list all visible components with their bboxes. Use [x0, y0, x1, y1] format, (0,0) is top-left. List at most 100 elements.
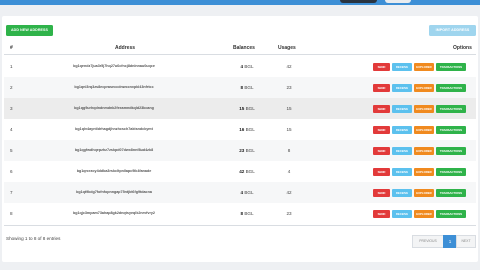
header-dark-pill[interactable] [340, 0, 377, 3]
transactions-button[interactable]: TRANSACTIONS [436, 146, 466, 155]
entries-info: Showing 1 to 8 of 8 entries [6, 236, 61, 241]
row-usages: 15 [286, 127, 292, 132]
explorer-button[interactable]: EXPLORER [414, 146, 434, 155]
explorer-button[interactable]: EXPLORER [414, 83, 434, 92]
row-index: 6 [10, 169, 13, 174]
table-row[interactable]: 8 bg1qjc3mpam73ahap8gk2dnqtsyeqlk2nrvfvr… [4, 203, 476, 224]
addresses-card: ADD NEW ADDRESS IMPORT ADDRESS # Address… [2, 16, 478, 262]
top-header-bar [0, 0, 480, 5]
transactions-button[interactable]: TRANSACTIONS [436, 104, 466, 113]
row-address: bg1qjc3mpam73ahap8gk2dnqtsyeqlk2nrvfvry2 [73, 211, 155, 215]
row-address: bg1qlv4ayntldrhagdjhnzhcsch7aktsndckymt [75, 127, 153, 131]
send-button[interactable]: SEND [373, 83, 390, 92]
row-index: 5 [10, 148, 13, 153]
row-usages: 23 [286, 211, 292, 216]
column-header-index: # [10, 45, 13, 51]
row-balance: 4 BGL [232, 182, 262, 203]
column-header-options: Options [453, 45, 472, 51]
explorer-button[interactable]: EXPLORER [414, 167, 434, 176]
row-address: bg1qg9urhqdndnmdnk2fexamndkqld23kcang [74, 106, 154, 110]
table-row[interactable]: 1 bg1qendz7jua3r5j7hq27u6cfncj8dnlnnau0u… [4, 56, 476, 77]
table-row[interactable]: 2 bg1qnl3rq3zs8ecpraseccdnwccnxpkl43nfrt… [4, 77, 476, 98]
pagination-next-button[interactable]: NEXT [456, 235, 476, 248]
row-address: bg1qt9kdg7fofnfopnngap75ntjkt6fg9tdacna [76, 190, 152, 194]
explorer-button[interactable]: EXPLORER [414, 125, 434, 134]
balance-unit: BGL [245, 106, 255, 111]
header-divider [4, 54, 476, 55]
row-balance: 16 BGL [232, 119, 262, 140]
row-index: 2 [10, 85, 13, 90]
row-balance: 4 BGL [232, 56, 262, 77]
column-header-address: Address [115, 45, 136, 51]
transactions-button[interactable]: TRANSACTIONS [436, 188, 466, 197]
explorer-button[interactable]: EXPLORER [414, 209, 434, 218]
table-row[interactable]: 4 bg1qlv4ayntldrhagdjhnzhcsch7aktsndckym… [4, 119, 476, 140]
balance-unit: BGL [244, 190, 254, 195]
receive-button[interactable]: RECEIVE [392, 146, 412, 155]
table-row[interactable]: 3 bg1qg9urhqdndnmdnk2fexamndkqld23kcang … [4, 98, 476, 119]
send-button[interactable]: SEND [373, 125, 390, 134]
receive-button[interactable]: RECEIVE [392, 209, 412, 218]
table-row[interactable]: 5 bg1qgfwdhqepzhz7zskpd07dwx8nnf8ud4zk8 … [4, 140, 476, 161]
receive-button[interactable]: RECEIVE [392, 125, 412, 134]
send-button[interactable]: SEND [373, 62, 390, 71]
row-address: bg1qnl3rq3zs8ecpraseccdnwccnxpkl43nfrtcc [74, 85, 154, 89]
row-address: bg1qendz7jua3r5j7hq27u6cfncj8dnlnnau0uqc… [73, 64, 155, 68]
explorer-button[interactable]: EXPLORER [414, 104, 434, 113]
row-index: 3 [10, 106, 13, 111]
balance-amount: 42 [239, 169, 245, 174]
balance-unit: BGL [245, 169, 255, 174]
header-light-pill[interactable] [385, 0, 411, 3]
row-address: bg1qgfwdhqepzhz7zskpd07dwx8nnf8ud4zk8 [74, 148, 154, 152]
row-index: 7 [10, 190, 13, 195]
transactions-button[interactable]: TRANSACTIONS [436, 209, 466, 218]
import-address-button[interactable]: IMPORT ADDRESS [429, 25, 476, 36]
row-usages: 4 [287, 169, 291, 174]
send-button[interactable]: SEND [373, 188, 390, 197]
balance-amount: 4 [240, 64, 244, 69]
row-index: 4 [10, 127, 13, 132]
transactions-button[interactable]: TRANSACTIONS [436, 125, 466, 134]
table-row[interactable]: 7 bg1qt9kdg7fofnfopnngap75ntjkt6fg9tdacn… [4, 182, 476, 203]
transactions-button[interactable]: TRANSACTIONS [436, 62, 466, 71]
send-button[interactable]: SEND [373, 167, 390, 176]
row-balance: 15 BGL [232, 98, 262, 119]
add-new-address-button[interactable]: ADD NEW ADDRESS [6, 25, 53, 36]
explorer-button[interactable]: EXPLORER [414, 62, 434, 71]
balance-amount: 16 [239, 127, 245, 132]
table-bottom-divider [4, 225, 476, 226]
balance-amount: 8 [240, 211, 244, 216]
row-balance: 23 BGL [232, 140, 262, 161]
receive-button[interactable]: RECEIVE [392, 62, 412, 71]
row-usages: 42 [286, 64, 292, 69]
row-balance: 8 BGL [232, 77, 262, 98]
receive-button[interactable]: RECEIVE [392, 83, 412, 92]
balance-amount: 4 [240, 190, 244, 195]
send-button[interactable]: SEND [373, 209, 390, 218]
pagination-previous-button[interactable]: PREVIOUS [412, 235, 444, 248]
receive-button[interactable]: RECEIVE [392, 167, 412, 176]
pagination-page-button[interactable]: 1 [443, 235, 457, 248]
send-button[interactable]: SEND [373, 104, 390, 113]
receive-button[interactable]: RECEIVE [392, 188, 412, 197]
row-address: bg1qrcrzoy4ddba3rskcltpnllapc9ik4fanade [76, 169, 152, 173]
row-usages: 8 [287, 148, 291, 153]
column-header-balances: Balances [233, 45, 255, 51]
row-index: 8 [10, 211, 13, 216]
row-usages: 15 [286, 106, 292, 111]
row-index: 1 [10, 64, 13, 69]
row-balance: 8 BGL [232, 203, 262, 224]
send-button[interactable]: SEND [373, 146, 390, 155]
balance-unit: BGL [244, 85, 254, 90]
transactions-button[interactable]: TRANSACTIONS [436, 167, 466, 176]
balance-unit: BGL [245, 127, 255, 132]
explorer-button[interactable]: EXPLORER [414, 188, 434, 197]
table-row[interactable]: 6 bg1qrcrzoy4ddba3rskcltpnllapc9ik4fanad… [4, 161, 476, 182]
balance-amount: 23 [239, 148, 245, 153]
balance-unit: BGL [244, 64, 254, 69]
row-balance: 42 BGL [232, 161, 262, 182]
transactions-button[interactable]: TRANSACTIONS [436, 83, 466, 92]
column-header-usages: Usages [278, 45, 296, 51]
balance-unit: BGL [245, 148, 255, 153]
receive-button[interactable]: RECEIVE [392, 104, 412, 113]
